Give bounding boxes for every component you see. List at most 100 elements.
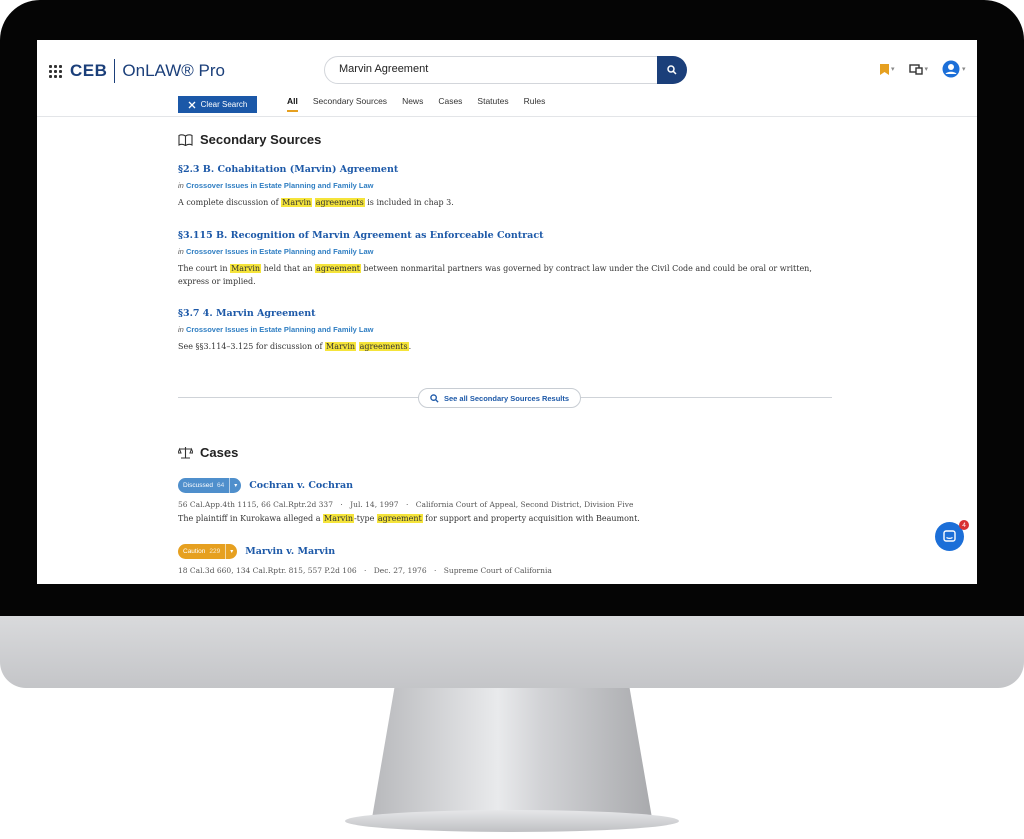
logo-product: OnLAW® Pro <box>122 61 225 80</box>
chevron-down-icon: ▾ <box>924 66 929 73</box>
highlight: agreements <box>358 342 409 351</box>
list-item: §3.7 4. Marvin Agreement in Crossover Is… <box>178 308 411 353</box>
see-all-label: See all Secondary Sources Results <box>444 393 570 403</box>
separator: · <box>405 500 409 509</box>
result-source: in Crossover Issues in Estate Planning a… <box>178 325 411 334</box>
search-button[interactable] <box>657 56 687 84</box>
highlight: Marvin <box>230 264 262 273</box>
tab-statutes[interactable]: Statutes <box>477 96 508 112</box>
clear-search-button[interactable]: Clear Search <box>178 96 257 113</box>
case-meta: 18 Cal.3d 660, 134 Cal.Rptr. 815, 557 P.… <box>178 566 832 575</box>
snippet-text: is included in chap 3. <box>364 198 454 207</box>
separator: · <box>434 566 437 575</box>
cases-heading: Cases <box>178 445 238 460</box>
case-date: Dec. 27, 1976 <box>373 566 427 575</box>
header-actions: ▾ ▾ ▾ <box>880 60 966 78</box>
screen: CEB OnLAW® Pro Marvin Agreement ▾ ▾ ▾ Cl… <box>37 40 977 584</box>
tab-secondary-sources[interactable]: Secondary Sources <box>313 96 387 112</box>
bookmark-button[interactable]: ▾ <box>880 63 895 75</box>
badge-label: Discussed <box>183 482 213 489</box>
search-icon <box>430 393 439 403</box>
result-snippet: A complete discussion of Marvin agreemen… <box>178 196 454 209</box>
section-title: Secondary Sources <box>200 132 322 147</box>
case-citation: 56 Cal.App.4th 1115, 66 Cal.Rptr.2d 337 <box>178 500 333 509</box>
apps-grid-icon[interactable] <box>49 65 62 78</box>
case-title-link[interactable]: Cochran v. Cochran <box>249 480 353 491</box>
avatar-icon <box>942 60 960 78</box>
result-snippet: The court in Marvin held that an agreeme… <box>178 262 832 288</box>
source-link[interactable]: Crossover Issues in Estate Planning and … <box>186 325 374 334</box>
snippet-text: . <box>408 342 412 351</box>
source-link[interactable]: Crossover Issues in Estate Planning and … <box>186 247 374 256</box>
highlight: agreement <box>315 264 361 273</box>
highlight: Marvin <box>325 342 357 351</box>
tab-news[interactable]: News <box>402 96 423 112</box>
source-link[interactable]: Crossover Issues in Estate Planning and … <box>186 181 374 190</box>
case-date: Jul. 14, 1997 <box>350 500 399 509</box>
see-all-secondary-button[interactable]: See all Secondary Sources Results <box>418 388 582 408</box>
book-icon <box>178 133 193 146</box>
table-row: Discussed 64 ▾ Cochran v. Cochran 56 Cal.… <box>178 478 832 525</box>
tab-all[interactable]: All <box>287 96 298 112</box>
result-title-link[interactable]: §3.7 4. Marvin Agreement <box>178 308 411 319</box>
case-court: Supreme Court of California <box>443 566 552 575</box>
source-prefix: in <box>178 181 184 190</box>
highlight: agreements <box>314 198 365 207</box>
result-snippet: The plaintiff in Kurokawa alleged a Marv… <box>178 512 832 525</box>
snippet-text: for support and property acquisition wit… <box>422 514 640 523</box>
tab-rules[interactable]: Rules <box>524 96 546 112</box>
snippet-text: A complete discussion of <box>178 198 282 207</box>
logo-divider <box>114 59 116 83</box>
snippet-text: -type <box>354 514 377 523</box>
chevron-down-icon[interactable]: ▾ <box>229 478 241 493</box>
tab-cases[interactable]: Cases <box>438 96 462 112</box>
result-title-link[interactable]: §3.115 B. Recognition of Marvin Agreemen… <box>178 230 832 241</box>
badge-count: 229 <box>209 548 221 555</box>
header: CEB OnLAW® Pro Marvin Agreement ▾ ▾ ▾ Cl… <box>37 40 977 117</box>
chevron-down-icon: ▾ <box>962 66 966 73</box>
separator: · <box>340 500 343 509</box>
result-title-link[interactable]: §2.3 B. Cohabitation (Marvin) Agreement <box>178 164 454 175</box>
search-icon <box>667 65 677 75</box>
search-box[interactable]: Marvin Agreement <box>324 56 686 84</box>
highlight: Marvin <box>323 514 355 523</box>
case-title-link[interactable]: Marvin v. Marvin <box>245 546 335 557</box>
close-icon <box>188 101 196 108</box>
case-court: California Court of Appeal, Second Distr… <box>415 500 634 509</box>
snippet-text: The plaintiff in Kurokawa alleged a <box>178 514 324 523</box>
snippet-text: The court in <box>178 264 231 273</box>
clear-search-label: Clear Search <box>200 100 248 109</box>
snippet-text: held that an <box>261 264 316 273</box>
chat-unread-badge: 4 <box>959 520 969 530</box>
account-button[interactable]: ▾ <box>942 60 966 78</box>
separator: · <box>364 566 367 575</box>
case-citation: 18 Cal.3d 660, 134 Cal.Rptr. 815, 557 P.… <box>178 566 357 575</box>
devices-icon <box>908 63 923 75</box>
section-title: Cases <box>200 445 239 460</box>
devices-button[interactable]: ▾ <box>908 63 929 75</box>
list-item: §2.3 B. Cohabitation (Marvin) Agreement … <box>178 164 454 209</box>
highlight: agreement <box>376 514 423 523</box>
status-badge[interactable]: Discussed 64 ▾ <box>178 478 242 493</box>
logo[interactable]: CEB OnLAW® Pro <box>70 59 225 83</box>
badge-count: 64 <box>216 482 225 489</box>
list-item: §3.115 B. Recognition of Marvin Agreemen… <box>178 230 832 288</box>
scales-icon <box>178 447 193 459</box>
monitor-base <box>345 810 679 832</box>
chat-icon <box>943 530 956 542</box>
result-tabs: All Secondary Sources News Cases Statute… <box>287 96 545 112</box>
chevron-down-icon: ▾ <box>891 66 895 73</box>
source-prefix: in <box>178 247 184 256</box>
chevron-down-icon[interactable]: ▾ <box>225 544 237 559</box>
snippet-text: See §§3.114–3.125 for discussion of <box>178 342 326 351</box>
badge-label: Caution <box>183 548 206 555</box>
status-badge[interactable]: Caution 229 ▾ <box>178 544 238 559</box>
secondary-sources-heading: Secondary Sources <box>178 132 321 147</box>
monitor-chin <box>0 616 1024 688</box>
result-snippet: See §§3.114–3.125 for discussion of Marv… <box>178 340 411 353</box>
search-input[interactable]: Marvin Agreement <box>339 63 428 75</box>
logo-brand: CEB <box>70 61 108 80</box>
source-prefix: in <box>178 325 184 334</box>
monitor-stand <box>372 688 652 818</box>
result-source: in Crossover Issues in Estate Planning a… <box>178 247 832 256</box>
